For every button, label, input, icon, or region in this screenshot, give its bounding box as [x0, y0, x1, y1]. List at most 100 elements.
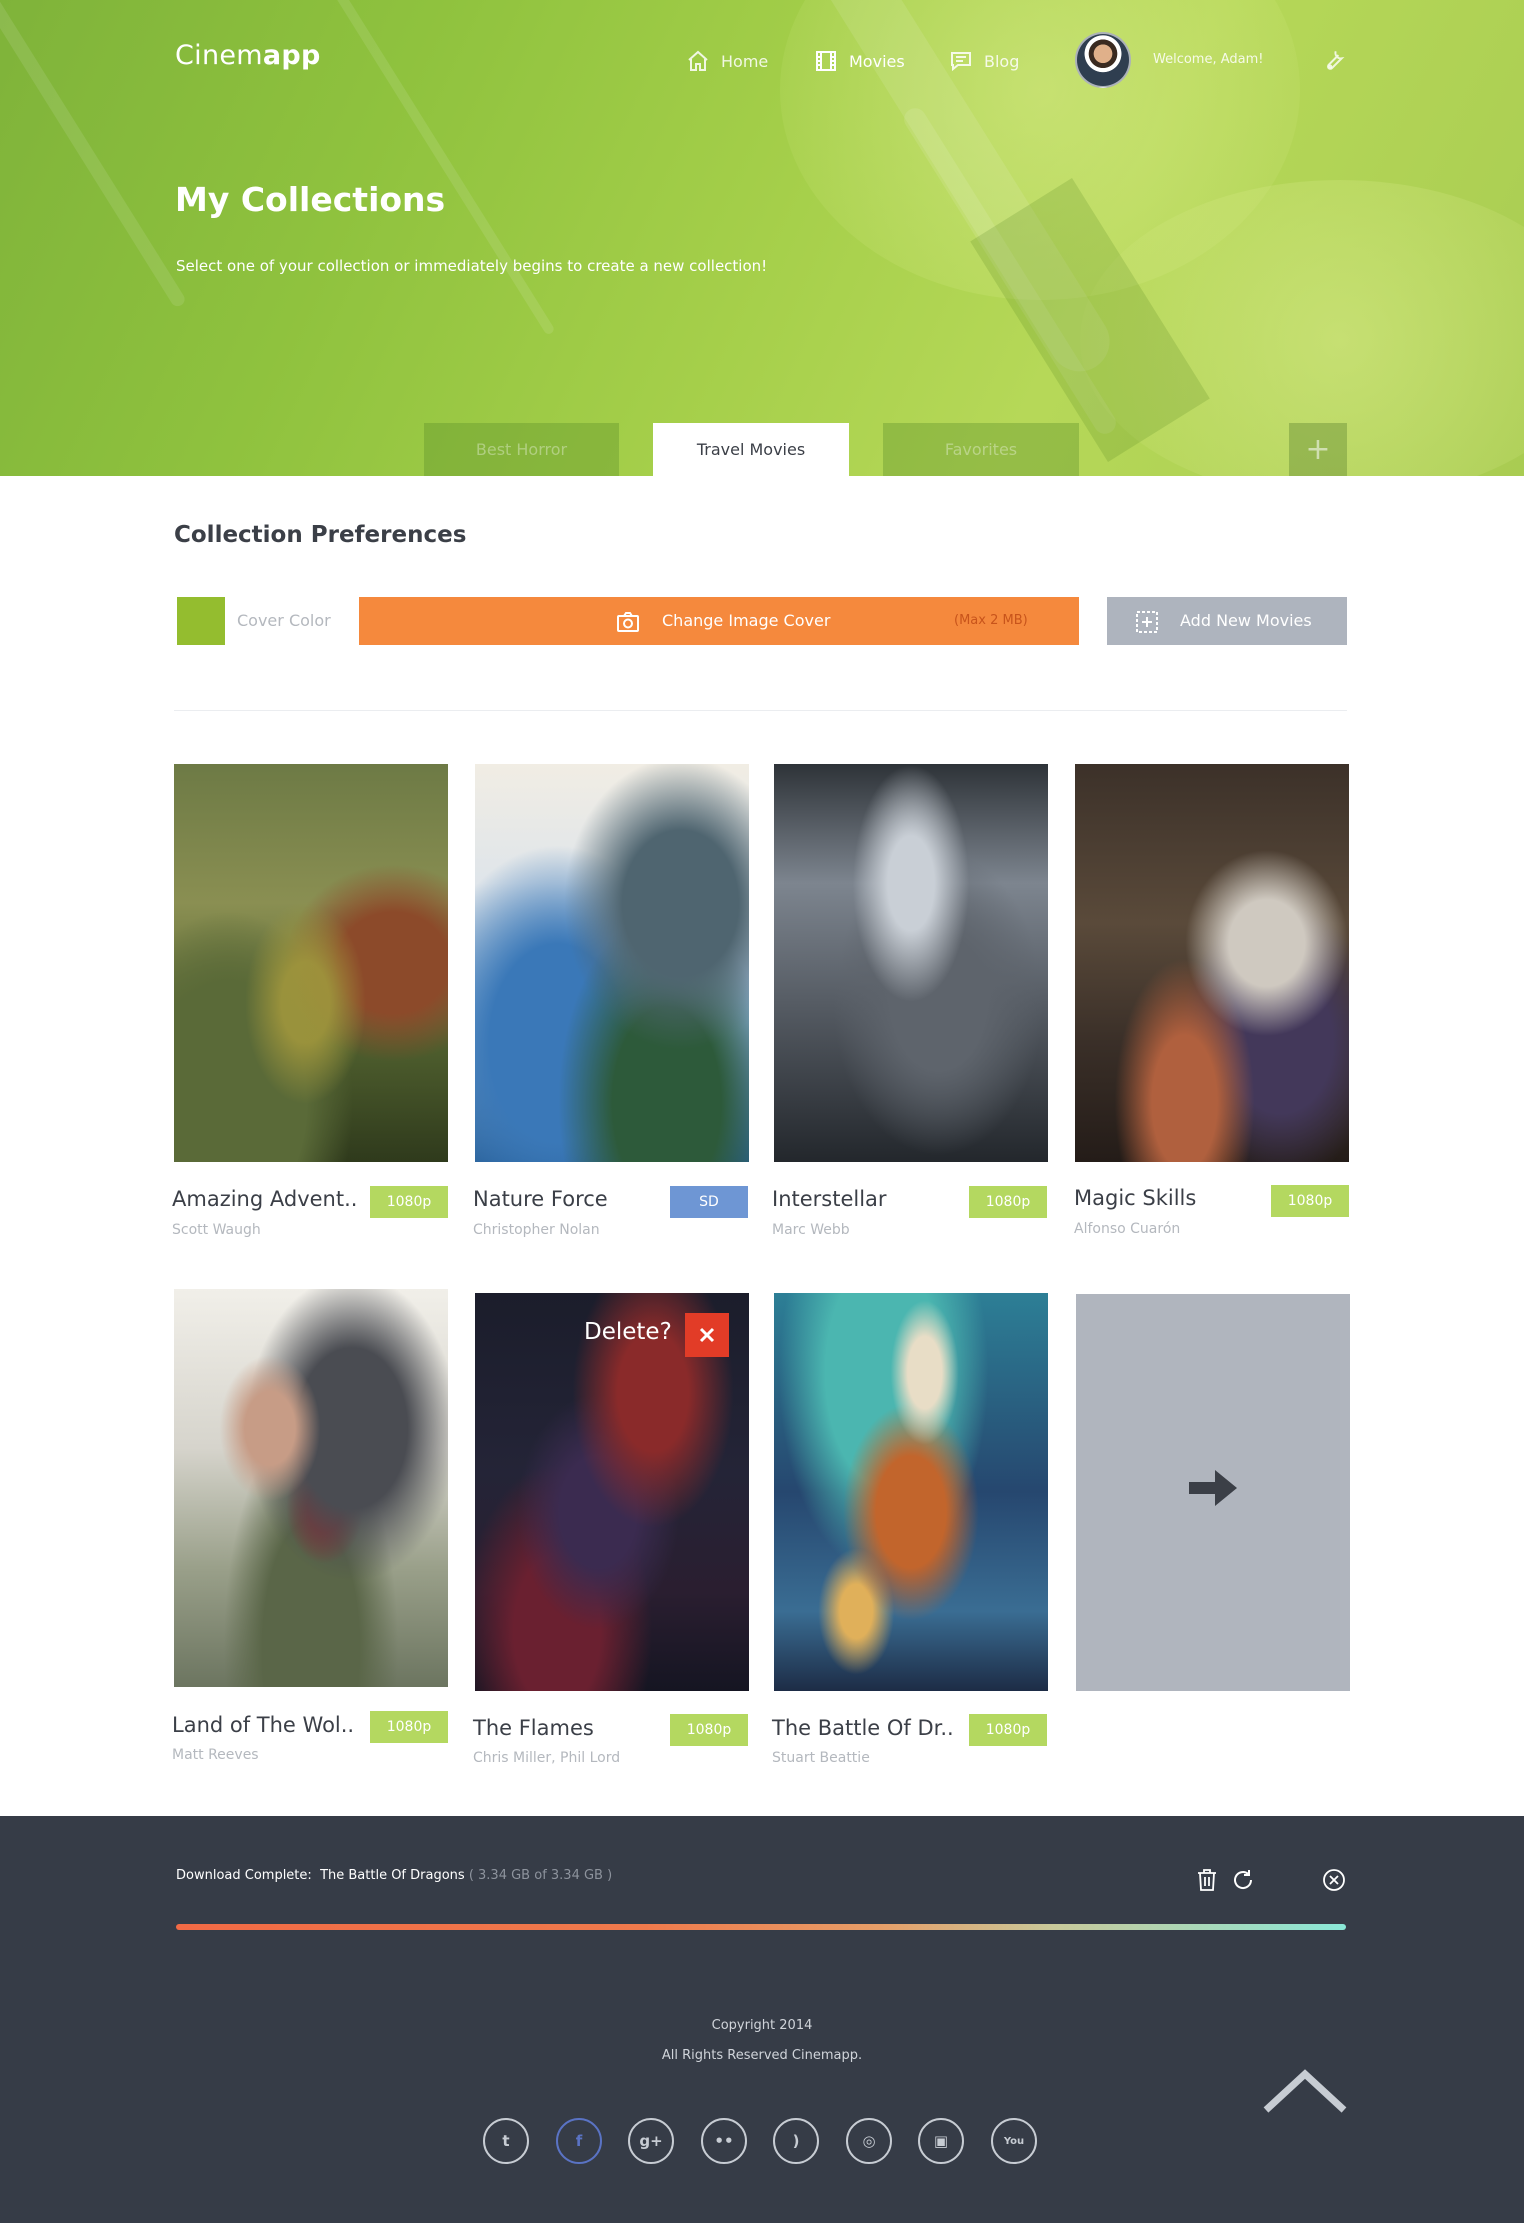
- movie-title[interactable]: The Battle Of Dr..: [772, 1716, 954, 1740]
- quality-badge: 1080p: [370, 1711, 448, 1743]
- retry-download-button[interactable]: [1231, 1868, 1255, 1896]
- download-progress-fill: [176, 1924, 1346, 1930]
- camera-icon: [617, 612, 639, 632]
- google-plus-icon-glyph: g+: [639, 2132, 663, 2150]
- facebook-icon[interactable]: f: [556, 2118, 602, 2164]
- welcome-text: Welcome, Adam!: [1153, 52, 1264, 67]
- max-size-note: (Max 2 MB): [954, 613, 1028, 628]
- movie-title[interactable]: Interstellar: [772, 1187, 887, 1211]
- home-icon: [688, 50, 708, 71]
- app-logo[interactable]: Cinemapp: [175, 40, 321, 71]
- copyright: Copyright 2014: [711, 2018, 813, 2033]
- quality-badge: 1080p: [670, 1714, 748, 1746]
- poster-art: [174, 1289, 448, 1687]
- next-page-card[interactable]: [1076, 1294, 1350, 1691]
- close-icon: [699, 1327, 715, 1343]
- user-avatar[interactable]: [1075, 32, 1131, 88]
- divider: [174, 710, 1347, 711]
- google-plus-icon[interactable]: g+: [628, 2118, 674, 2164]
- youtube-icon-glyph: You: [1003, 2135, 1025, 2147]
- arrow-right-icon: [1189, 1470, 1237, 1506]
- dismiss-download-button[interactable]: [1322, 1868, 1346, 1896]
- movie-title[interactable]: Land of The Wol..: [172, 1713, 354, 1737]
- facebook-icon-glyph: f: [575, 2132, 583, 2150]
- delete-download-button[interactable]: [1196, 1868, 1218, 1896]
- change-image-cover-button[interactable]: Change Image Cover (Max 2 MB): [359, 597, 1079, 645]
- change-cover-label: Change Image Cover: [662, 611, 831, 630]
- movie-poster[interactable]: [174, 764, 448, 1162]
- flickr-icon[interactable]: ••: [701, 2118, 747, 2164]
- nav-home[interactable]: Home: [686, 48, 768, 74]
- movie-director: Stuart Beattie: [772, 1750, 870, 1766]
- movie-director: Chris Miller, Phil Lord: [473, 1750, 621, 1766]
- movie-title[interactable]: The Flames: [473, 1716, 594, 1740]
- rss-icon[interactable]: ): [773, 2118, 819, 2164]
- download-label: Download Complete:: [176, 1868, 312, 1883]
- tab-favorites[interactable]: Favorites: [883, 423, 1079, 476]
- plus-icon: +: [1305, 432, 1331, 467]
- wrench-icon: [1327, 51, 1345, 70]
- instagram-icon-glyph: ▣: [933, 2132, 949, 2150]
- movie-director: Marc Webb: [772, 1222, 850, 1238]
- download-status: Download Complete: The Battle Of Dragons…: [176, 1868, 612, 1883]
- delete-overlay: Delete?: [475, 1293, 749, 1691]
- quality-badge: 1080p: [969, 1714, 1047, 1746]
- delete-button[interactable]: [685, 1313, 729, 1357]
- delete-prompt: Delete?: [584, 1319, 672, 1345]
- movie-title[interactable]: Nature Force: [473, 1187, 608, 1211]
- movie-director: Matt Reeves: [172, 1747, 259, 1763]
- movie-poster[interactable]: [774, 764, 1048, 1162]
- twitter-icon[interactable]: t: [483, 2118, 529, 2164]
- chevron-up-icon: [1263, 2069, 1347, 2113]
- poster-art: [1075, 764, 1349, 1162]
- movie-poster[interactable]: [174, 1289, 448, 1687]
- poster-art: [174, 764, 448, 1162]
- hero-streak: [324, 0, 556, 336]
- cover-color-swatch[interactable]: [177, 597, 225, 645]
- section-title: Collection Preferences: [174, 522, 467, 548]
- dribbble-icon-glyph: ◎: [862, 2132, 876, 2150]
- download-name: The Battle Of Dragons: [320, 1868, 465, 1883]
- settings-button[interactable]: [1320, 47, 1346, 77]
- twitter-icon-glyph: t: [502, 2132, 510, 2150]
- download-progress-bar: [176, 1924, 1346, 1930]
- download-size: ( 3.34 GB of 3.34 GB ): [468, 1868, 613, 1883]
- cover-color-label: Cover Color: [237, 611, 331, 630]
- poster-art: [475, 764, 749, 1162]
- nav-movies[interactable]: Movies: [814, 48, 905, 74]
- rss-icon-glyph: ): [792, 2132, 800, 2150]
- film-icon: [816, 51, 836, 71]
- nav-blog[interactable]: Blog: [949, 48, 1019, 74]
- movie-poster[interactable]: [774, 1293, 1048, 1691]
- poster-art: [774, 1293, 1048, 1691]
- hero-streak: [0, 0, 188, 309]
- page-title: My Collections: [175, 180, 446, 219]
- quality-badge: 1080p: [370, 1186, 448, 1218]
- trash-icon: [1198, 1869, 1216, 1891]
- poster-art: [774, 764, 1048, 1162]
- instagram-icon[interactable]: ▣: [918, 2118, 964, 2164]
- movie-poster[interactable]: [475, 764, 749, 1162]
- rights-text: All Rights Reserved Cinemapp.: [661, 2048, 863, 2063]
- add-new-movies-label: Add New Movies: [1180, 611, 1312, 630]
- quality-badge: SD: [670, 1186, 748, 1218]
- back-to-top-button[interactable]: [1262, 2066, 1348, 2120]
- quality-badge: 1080p: [969, 1186, 1047, 1218]
- nav-home-label: Home: [721, 51, 769, 71]
- tab-best-horror[interactable]: Best Horror: [424, 423, 619, 476]
- add-collection-button[interactable]: +: [1289, 423, 1347, 476]
- add-new-movies-button[interactable]: Add New Movies: [1107, 597, 1347, 645]
- movie-title[interactable]: Amazing Advent..: [172, 1187, 357, 1211]
- youtube-icon[interactable]: You: [991, 2118, 1037, 2164]
- close-circle-icon: [1323, 1869, 1345, 1891]
- movie-director: Alfonso Cuarón: [1074, 1221, 1181, 1237]
- tab-travel-movies[interactable]: Travel Movies: [653, 423, 849, 476]
- hero-banner: Cinemapp Home Movies Blog Welcome, Adam!…: [0, 0, 1524, 476]
- movie-title[interactable]: Magic Skills: [1074, 1186, 1196, 1210]
- movie-poster[interactable]: Delete?: [475, 1293, 749, 1691]
- page-subtitle: Select one of your collection or immedia…: [176, 257, 768, 275]
- dribbble-icon[interactable]: ◎: [846, 2118, 892, 2164]
- movie-poster[interactable]: [1075, 764, 1349, 1162]
- nav-blog-label: Blog: [984, 51, 1020, 71]
- flickr-icon-glyph: ••: [714, 2132, 734, 2150]
